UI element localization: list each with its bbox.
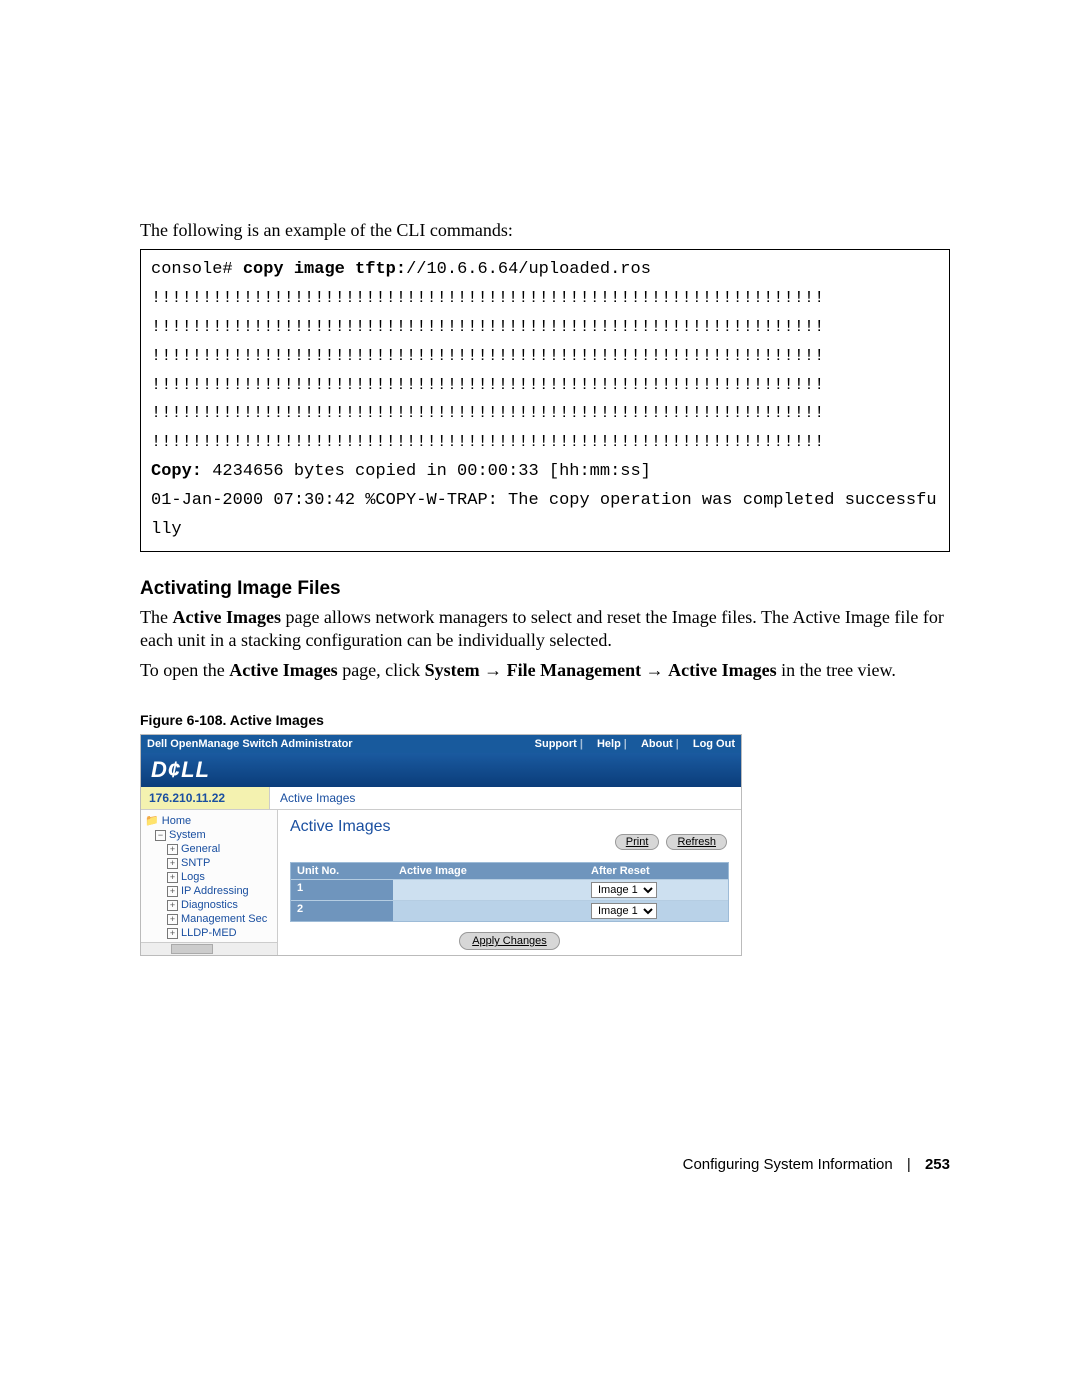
figure-caption: Figure 6-108. Active Images xyxy=(140,712,950,728)
cell-active xyxy=(393,880,585,900)
tree-item-mgmtsec[interactable]: +Management Sec xyxy=(167,912,275,926)
cell-after: Image 1 xyxy=(585,901,717,921)
col-unit: Unit No. xyxy=(291,863,393,879)
help-link[interactable]: Help xyxy=(597,738,621,750)
topbar-sep: | xyxy=(580,738,583,750)
logout-link[interactable]: Log Out xyxy=(693,738,735,750)
cli-progress-5: !!!!!!!!!!!!!!!!!!!!!!!!!!!!!!!!!!!!!!!!… xyxy=(151,404,824,423)
cli-progress-2: !!!!!!!!!!!!!!!!!!!!!!!!!!!!!!!!!!!!!!!!… xyxy=(151,318,824,337)
para2-b: Active Images xyxy=(229,660,337,680)
expand-icon[interactable]: + xyxy=(167,872,178,883)
about-link[interactable]: About xyxy=(641,738,673,750)
scrollbar-thumb[interactable] xyxy=(171,944,213,954)
cell-active xyxy=(393,901,585,921)
cli-progress-4: !!!!!!!!!!!!!!!!!!!!!!!!!!!!!!!!!!!!!!!!… xyxy=(151,376,824,395)
table-row: 1 Image 1 xyxy=(291,879,728,900)
para2-d: System xyxy=(425,660,480,680)
intro-text: The following is an example of the CLI c… xyxy=(140,220,950,241)
expand-icon[interactable]: + xyxy=(167,844,178,855)
para-2: To open the Active Images page, click Sy… xyxy=(140,659,950,682)
tree-label: LLDP-MED xyxy=(181,927,237,939)
para2-a: To open the xyxy=(140,660,229,680)
para2-c: page, click xyxy=(338,660,425,680)
tree-system[interactable]: −System xyxy=(155,828,275,842)
para1-b: Active Images xyxy=(172,607,280,627)
cell-unit: 2 xyxy=(291,901,393,921)
screenshot-active-images: Dell OpenManage Switch Administrator Sup… xyxy=(140,734,742,956)
cli-progress-1: !!!!!!!!!!!!!!!!!!!!!!!!!!!!!!!!!!!!!!!!… xyxy=(151,289,824,308)
table-row: 2 Image 1 xyxy=(291,900,728,921)
footer-divider: | xyxy=(907,1156,911,1173)
topbar-links: Support| Help| About| Log Out xyxy=(527,738,735,750)
support-link[interactable]: Support xyxy=(535,738,577,750)
cli-command-tail: //10.6.6.64/uploaded.ros xyxy=(406,260,651,279)
tree-label: IP Addressing xyxy=(181,885,249,897)
main-panel: Active Images Print Refresh Unit No. Act… xyxy=(278,810,741,955)
breadcrumb: Active Images xyxy=(270,787,365,809)
nav-tree[interactable]: 📁 Home −System +General +SNTP +Logs +IP … xyxy=(141,810,278,955)
cli-progress-3: !!!!!!!!!!!!!!!!!!!!!!!!!!!!!!!!!!!!!!!!… xyxy=(151,347,824,366)
cli-copy-label: Copy: xyxy=(151,462,202,481)
tree-item-logs[interactable]: +Logs xyxy=(167,870,275,884)
table-header: Unit No. Active Image After Reset xyxy=(291,863,728,879)
tree-item-general[interactable]: +General xyxy=(167,842,275,856)
tree-home[interactable]: 📁 Home xyxy=(145,814,275,828)
apply-changes-button[interactable]: Apply Changes xyxy=(459,932,560,950)
breadcrumb-row: 176.210.11.22 Active Images xyxy=(141,787,741,810)
dell-logo: D¢LL xyxy=(151,757,210,782)
tree-label: SNTP xyxy=(181,857,210,869)
cli-prompt: console# xyxy=(151,260,243,279)
para1-a: The xyxy=(140,607,172,627)
para2-h: Active Images xyxy=(668,660,776,680)
app-titlebar: Dell OpenManage Switch Administrator Sup… xyxy=(141,735,741,753)
print-button[interactable]: Print xyxy=(615,834,660,850)
cli-progress-6: !!!!!!!!!!!!!!!!!!!!!!!!!!!!!!!!!!!!!!!!… xyxy=(151,433,824,452)
para2-g: → xyxy=(641,660,668,680)
after-reset-select-1[interactable]: Image 1 xyxy=(591,882,657,898)
para-1: The Active Images page allows network ma… xyxy=(140,606,950,653)
cli-command: copy image tftp: xyxy=(243,260,406,279)
tree-home-label: Home xyxy=(162,815,191,827)
topbar-sep: | xyxy=(676,738,679,750)
tree-label: Logs xyxy=(181,871,205,883)
col-active: Active Image xyxy=(393,863,585,879)
col-after: After Reset xyxy=(585,863,717,879)
after-reset-select-2[interactable]: Image 1 xyxy=(591,903,657,919)
app-title: Dell OpenManage Switch Administrator xyxy=(147,738,353,750)
cell-after: Image 1 xyxy=(585,880,717,900)
cli-trap-line: 01-Jan-2000 07:30:42 %COPY-W-TRAP: The c… xyxy=(151,491,937,539)
expand-icon[interactable]: + xyxy=(167,886,178,897)
expand-icon[interactable]: + xyxy=(167,928,178,939)
para2-f: File Management xyxy=(507,660,641,680)
collapse-icon[interactable]: − xyxy=(155,830,166,841)
device-ip: 176.210.11.22 xyxy=(141,787,270,809)
para2-e: → xyxy=(480,660,507,680)
tree-label: Management Sec xyxy=(181,913,267,925)
section-heading: Activating Image Files xyxy=(140,578,950,600)
tree-item-lldpmed[interactable]: +LLDP-MED xyxy=(167,926,275,940)
footer-section: Configuring System Information xyxy=(683,1156,893,1173)
tree-label: General xyxy=(181,843,220,855)
expand-icon[interactable]: + xyxy=(167,900,178,911)
page-number: 253 xyxy=(925,1156,950,1173)
cli-copy-rest: 4234656 bytes copied in 00:00:33 [hh:mm:… xyxy=(202,462,651,481)
tree-item-sntp[interactable]: +SNTP xyxy=(167,856,275,870)
tree-item-ipaddressing[interactable]: +IP Addressing xyxy=(167,884,275,898)
logo-row: D¢LL xyxy=(141,753,741,787)
refresh-button[interactable]: Refresh xyxy=(666,834,727,850)
tree-label: Diagnostics xyxy=(181,899,238,911)
topbar-sep: | xyxy=(624,738,627,750)
active-images-table: Unit No. Active Image After Reset 1 Imag… xyxy=(290,862,729,922)
cli-code-block: console# copy image tftp://10.6.6.64/upl… xyxy=(140,249,950,552)
tree-system-label: System xyxy=(169,829,206,841)
expand-icon[interactable]: + xyxy=(167,858,178,869)
panel-action-buttons: Print Refresh xyxy=(611,834,727,850)
cell-unit: 1 xyxy=(291,880,393,900)
page-footer: Configuring System Information | 253 xyxy=(140,1156,950,1173)
apply-row: Apply Changes xyxy=(290,932,729,950)
expand-icon[interactable]: + xyxy=(167,914,178,925)
tree-item-diagnostics[interactable]: +Diagnostics xyxy=(167,898,275,912)
para2-i: in the tree view. xyxy=(777,660,896,680)
tree-scrollbar[interactable] xyxy=(141,942,277,955)
